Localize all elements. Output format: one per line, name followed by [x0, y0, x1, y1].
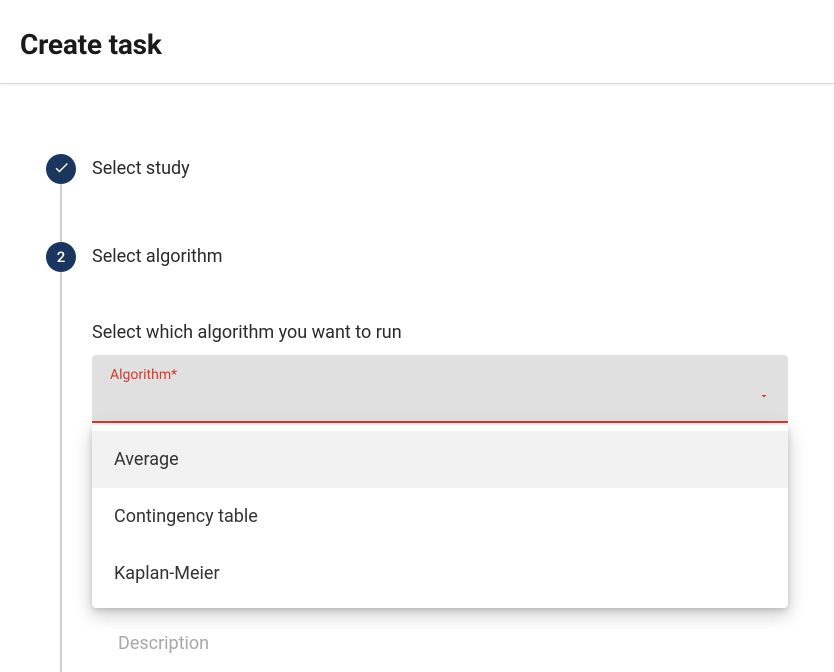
step-connector	[60, 184, 62, 244]
description-label: Description	[92, 633, 788, 654]
step-2-label: Select algorithm	[92, 242, 223, 272]
page-title: Create task	[20, 28, 814, 61]
step-select-algorithm: 2 Select algorithm	[46, 242, 788, 272]
step-connector	[60, 272, 62, 672]
checkmark-icon	[53, 159, 70, 180]
step-select-study: Select study	[46, 154, 788, 184]
dropdown-option-contingency-table[interactable]: Contingency table	[92, 488, 788, 545]
algorithm-select-label: Algorithm*	[110, 367, 770, 383]
step-2-fields: Select which algorithm you want to run A…	[92, 322, 788, 654]
stepper: Select study 2 Select algorithm Select w…	[46, 154, 788, 654]
chevron-down-icon	[758, 387, 770, 406]
stepper-content: Select study 2 Select algorithm Select w…	[0, 84, 834, 654]
step-1-indicator	[46, 154, 76, 184]
algorithm-select[interactable]: Algorithm*	[92, 355, 788, 423]
algorithm-intro: Select which algorithm you want to run	[92, 322, 788, 343]
algorithm-dropdown: Average Contingency table Kaplan-Meier	[92, 425, 788, 608]
dropdown-option-kaplan-meier[interactable]: Kaplan-Meier	[92, 545, 788, 602]
step-2-indicator: 2	[46, 242, 76, 272]
algorithm-select-wrap: Algorithm* Average Contingency table Kap…	[92, 355, 788, 423]
step-2-number: 2	[57, 248, 66, 266]
dropdown-option-average[interactable]: Average	[92, 431, 788, 488]
step-1-label: Select study	[92, 154, 190, 184]
page-header: Create task	[0, 0, 834, 84]
